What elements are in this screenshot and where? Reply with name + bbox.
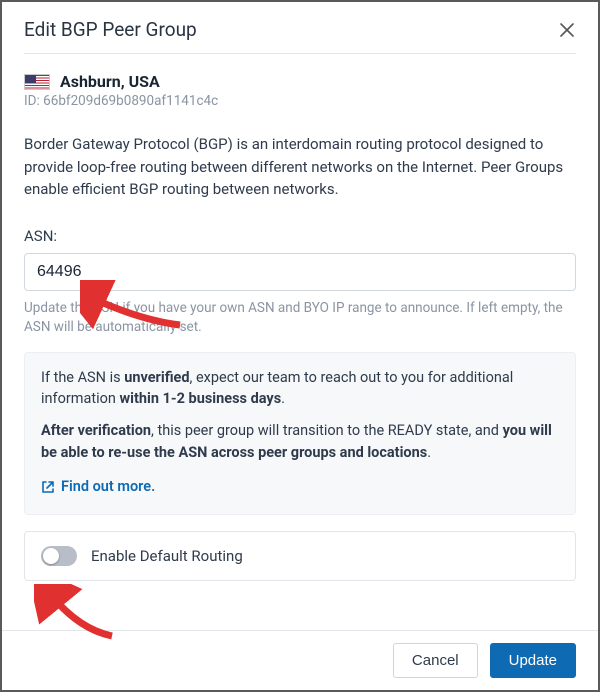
default-routing-box: Enable Default Routing xyxy=(24,531,576,581)
toggle-knob xyxy=(43,548,59,564)
modal-header: Edit BGP Peer Group xyxy=(2,2,598,53)
location-id: ID: 66bf209d69b0890af1141c4c xyxy=(24,93,576,109)
find-out-more-label: Find out more. xyxy=(61,476,155,498)
location-name: Ashburn, USA xyxy=(60,72,160,91)
external-link-icon xyxy=(41,480,55,494)
modal-footer: Cancel Update xyxy=(2,630,598,690)
asn-info-box: If the ASN is unverified, expect our tea… xyxy=(24,352,576,516)
modal-body: Ashburn, USA ID: 66bf209d69b0890af1141c4… xyxy=(2,54,598,630)
close-button[interactable] xyxy=(558,21,576,39)
us-flag-icon xyxy=(24,74,50,90)
enable-default-routing-label: Enable Default Routing xyxy=(91,547,243,565)
modal-title: Edit BGP Peer Group xyxy=(24,18,197,41)
asn-helper-text: Update the ASN if you have your own ASN … xyxy=(24,299,576,338)
info-paragraph-1: If the ASN is unverified, expect our tea… xyxy=(41,367,559,411)
asn-input[interactable] xyxy=(24,253,576,291)
cancel-button[interactable]: Cancel xyxy=(393,643,478,678)
find-out-more-link[interactable]: Find out more. xyxy=(41,476,155,498)
asn-label: ASN: xyxy=(24,227,576,245)
update-button[interactable]: Update xyxy=(490,643,576,678)
edit-bgp-peer-group-modal: Edit BGP Peer Group Ashburn, USA ID: 66b… xyxy=(0,0,600,692)
close-icon xyxy=(559,22,575,38)
enable-default-routing-toggle[interactable] xyxy=(41,546,77,566)
bgp-description: Border Gateway Protocol (BGP) is an inte… xyxy=(24,133,576,201)
info-paragraph-2: After verification, this peer group will… xyxy=(41,420,559,464)
location-row: Ashburn, USA xyxy=(24,72,576,91)
